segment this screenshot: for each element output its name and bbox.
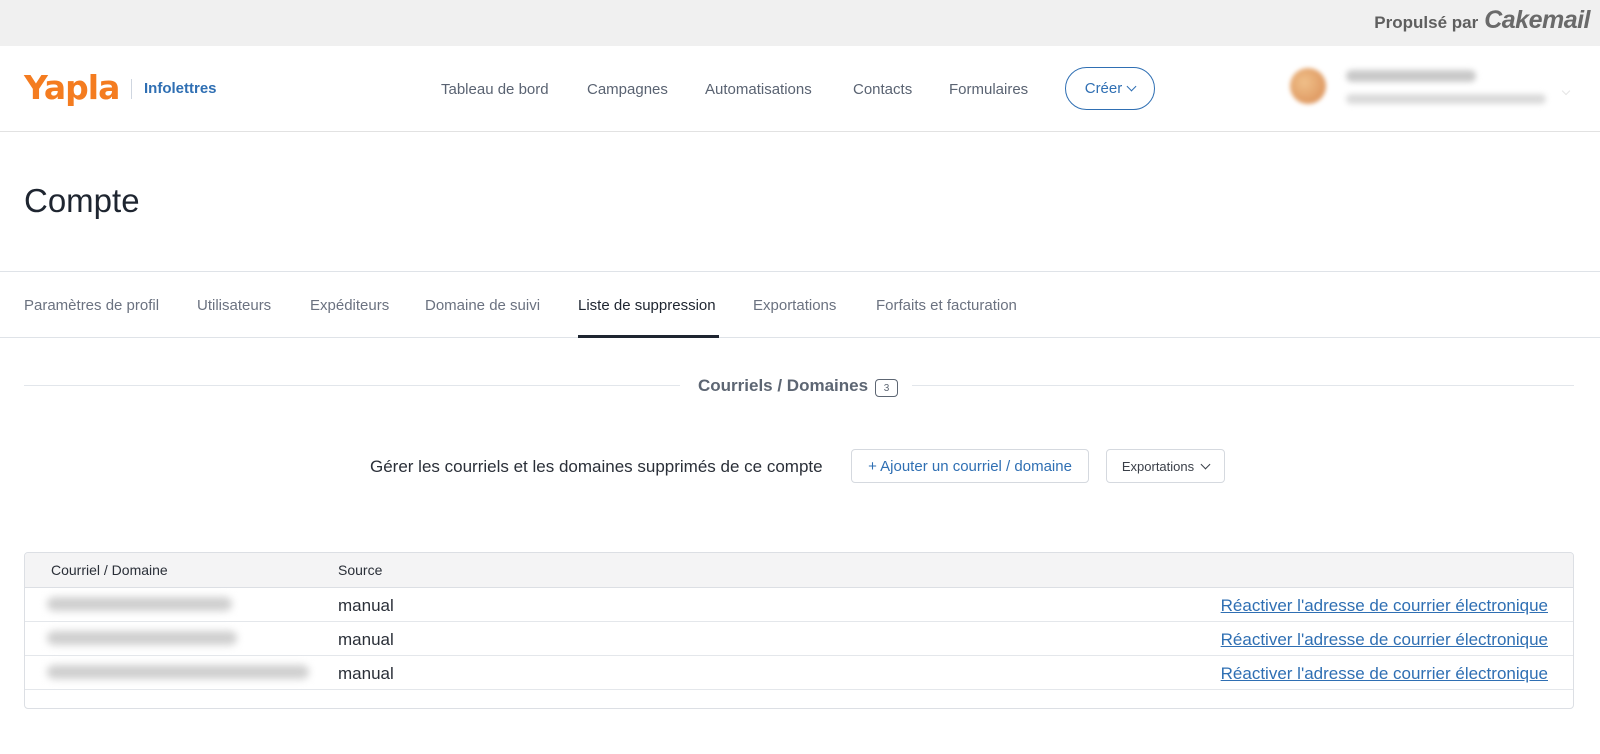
email-cell-blurred	[47, 631, 237, 645]
tab-senders[interactable]: Expéditeurs	[310, 297, 389, 314]
yapla-logo[interactable]: Yapla	[24, 68, 120, 107]
column-header-email-domain: Courriel / Domaine	[51, 562, 168, 578]
user-menu-chevron-icon[interactable]	[1561, 86, 1571, 96]
column-header-source: Source	[338, 562, 383, 578]
tab-users[interactable]: Utilisateurs	[197, 297, 271, 314]
reactivate-email-link[interactable]: Réactiver l'adresse de courrier électron…	[1221, 630, 1548, 650]
cakemail-logo: Cakemail	[1484, 6, 1590, 34]
create-button-label: Créer	[1084, 80, 1123, 97]
count-badge: 3	[875, 379, 898, 397]
email-cell-blurred	[47, 597, 232, 611]
tab-tracking-domain[interactable]: Domaine de suivi	[425, 297, 540, 314]
page-title: Compte	[24, 182, 140, 219]
tab-plans-billing[interactable]: Forfaits et facturation	[876, 297, 1017, 314]
tab-suppression-list[interactable]: Liste de suppression	[578, 297, 716, 314]
manage-description: Gérer les courriels et les domaines supp…	[370, 457, 823, 476]
table-row: manual Réactiver l'adresse de courrier é…	[25, 588, 1573, 622]
avatar-icon[interactable]	[1290, 68, 1326, 104]
logo-divider	[131, 79, 132, 99]
source-cell: manual	[338, 630, 394, 649]
top-navigation: Yapla Infolettres Tableau de bord Campag…	[0, 46, 1600, 132]
chevron-down-icon	[1200, 459, 1211, 469]
email-cell-blurred	[47, 665, 309, 679]
suppression-table: Courriel / Domaine Source manual Réactiv…	[24, 552, 1574, 709]
exports-dropdown-label: Exportations	[1121, 458, 1195, 474]
powered-by: Propulsé par Cakemail	[1374, 6, 1590, 35]
table-row: manual Réactiver l'adresse de courrier é…	[25, 656, 1573, 690]
powered-by-prefix: Propulsé par	[1374, 13, 1479, 32]
table-row: manual Réactiver l'adresse de courrier é…	[25, 622, 1573, 656]
section-divider-right	[912, 385, 1574, 386]
table-header: Courriel / Domaine Source	[25, 553, 1573, 588]
product-name[interactable]: Infolettres	[144, 80, 217, 97]
nav-dashboard[interactable]: Tableau de bord	[441, 81, 549, 98]
nav-forms[interactable]: Formulaires	[949, 81, 1028, 98]
section-title: Courriels / Domaines	[698, 376, 869, 395]
section-divider-left	[24, 385, 680, 386]
tab-profile-settings[interactable]: Paramètres de profil	[24, 297, 159, 314]
account-tabs: Paramètres de profil Utilisateurs Expédi…	[0, 271, 1600, 338]
reactivate-email-link[interactable]: Réactiver l'adresse de courrier électron…	[1221, 664, 1548, 684]
tab-exports[interactable]: Exportations	[753, 297, 836, 314]
nav-contacts[interactable]: Contacts	[853, 81, 912, 98]
active-tab-indicator	[578, 335, 719, 338]
user-email-blurred	[1346, 94, 1546, 104]
source-cell: manual	[338, 664, 394, 683]
create-button[interactable]: Créer	[1065, 67, 1155, 110]
chevron-down-icon	[1126, 81, 1137, 92]
add-email-domain-button[interactable]: + Ajouter un courriel / domaine	[851, 449, 1089, 483]
reactivate-email-link[interactable]: Réactiver l'adresse de courrier électron…	[1221, 596, 1548, 616]
nav-campaigns[interactable]: Campagnes	[587, 81, 668, 98]
source-cell: manual	[338, 596, 394, 615]
exports-dropdown-button[interactable]: Exportations	[1106, 449, 1225, 483]
nav-automations[interactable]: Automatisations	[705, 81, 812, 98]
powered-by-bar: Propulsé par Cakemail	[0, 0, 1600, 46]
user-name-blurred[interactable]	[1346, 70, 1476, 82]
